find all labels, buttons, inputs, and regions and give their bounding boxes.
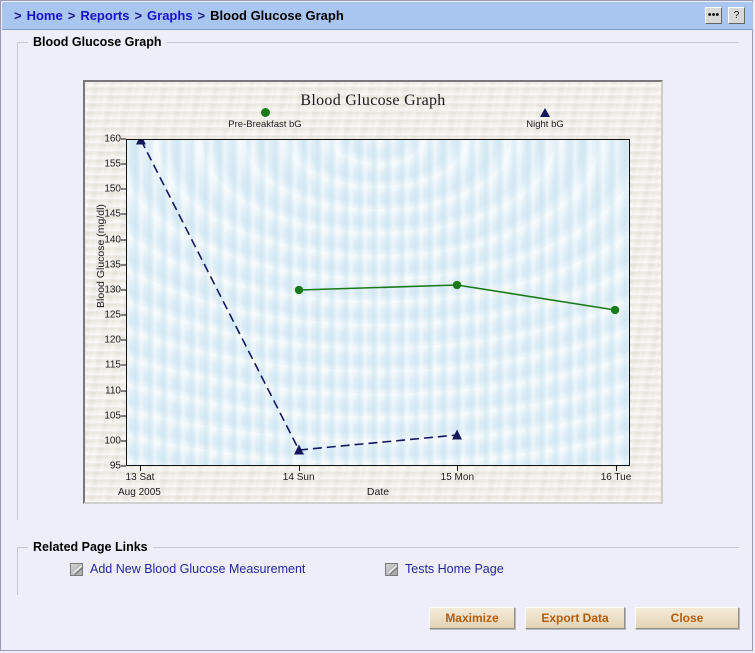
plot-area xyxy=(126,139,630,466)
breadcrumb: > Home > Reports > Graphs > Blood Glucose Graph xyxy=(14,2,344,29)
related-links-row: Add New Blood Glucose Measurement Tests H… xyxy=(18,562,739,588)
x-tick-label: 13 Sat xyxy=(125,472,155,483)
graph-panel-title: Blood Glucose Graph xyxy=(28,35,167,49)
data-point-marker xyxy=(452,280,462,290)
series-line-1 xyxy=(140,140,458,451)
export-data-button[interactable]: Export Data xyxy=(525,607,625,629)
breadcrumb-link-home[interactable]: Home xyxy=(27,8,63,23)
data-point-marker xyxy=(294,285,304,295)
x-tick-label: 14 Sun xyxy=(282,472,315,483)
related-link-label: Tests Home Page xyxy=(405,562,504,576)
maximize-button[interactable]: Maximize xyxy=(429,607,515,629)
more-options-button[interactable]: ••• xyxy=(705,7,722,24)
breadcrumb-separator: > xyxy=(134,8,143,23)
x-axis-title: Date xyxy=(366,486,390,498)
legend-marker-triangle-icon xyxy=(540,108,550,117)
legend-marker-circle-icon xyxy=(260,108,270,117)
breadcrumb-separator: > xyxy=(67,8,76,23)
graph-panel: Blood Glucose Graph Blood Glucose Graph … xyxy=(17,35,739,520)
legend-item-night: Night bG xyxy=(485,108,605,130)
breadcrumb-separator: > xyxy=(14,8,22,23)
application-window: > Home > Reports > Graphs > Blood Glucose Graph… xyxy=(0,0,753,651)
help-button[interactable]: ? xyxy=(728,7,745,24)
legend-label-pre-breakfast: Pre-Breakfast bG xyxy=(228,119,302,130)
related-link-label: Add New Blood Glucose Measurement xyxy=(90,562,306,576)
breadcrumb-tools: ••• ? xyxy=(705,7,745,24)
related-link-0[interactable]: Add New Blood Glucose Measurement xyxy=(70,562,305,576)
data-point-marker xyxy=(135,140,146,145)
related-link-1[interactable]: Tests Home Page xyxy=(385,562,504,576)
action-button-bar: Maximize Export Data Close xyxy=(1,607,754,637)
related-links-panel: Related Page Links Add New Blood Glucose… xyxy=(17,540,739,595)
breadcrumb-link-graphs[interactable]: Graphs xyxy=(147,8,193,23)
legend-item-pre-breakfast: Pre-Breakfast bG xyxy=(205,108,325,130)
breadcrumb-separator: > xyxy=(197,8,206,23)
x-tick-mark xyxy=(298,466,300,471)
related-links-title: Related Page Links xyxy=(28,540,153,554)
shortcut-icon xyxy=(70,562,83,576)
x-tick-label: 16 Tue xyxy=(600,472,632,483)
data-point-marker xyxy=(610,305,620,315)
chart-container: Blood Glucose Graph Pre-Breakfast bG Nig… xyxy=(83,80,663,504)
breadcrumb-link-reports[interactable]: Reports xyxy=(80,8,129,23)
data-point-marker xyxy=(452,429,462,440)
legend-label-night: Night bG xyxy=(526,119,564,130)
x-tick-label: 15 Mon xyxy=(440,472,475,483)
close-button[interactable]: Close xyxy=(635,607,739,629)
shortcut-icon xyxy=(385,562,398,576)
breadcrumb-bar: > Home > Reports > Graphs > Blood Glucose Graph… xyxy=(2,2,753,30)
x-tick-mark xyxy=(616,466,617,471)
x-tick-mark xyxy=(140,466,141,471)
breadcrumb-current: Blood Glucose Graph xyxy=(210,8,344,23)
x-tick-mark xyxy=(457,466,459,471)
plot-series-layer xyxy=(135,140,620,455)
